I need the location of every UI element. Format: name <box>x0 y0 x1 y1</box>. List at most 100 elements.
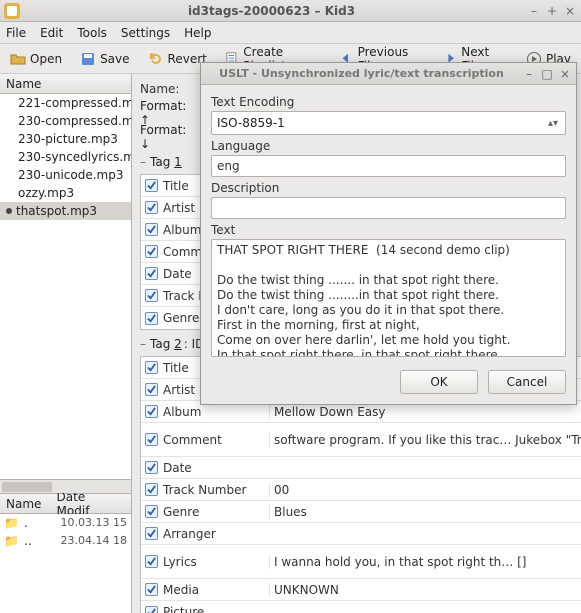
table-row[interactable]: Arranger <box>141 523 581 545</box>
menubar: File Edit Tools Settings Help <box>0 22 581 44</box>
row-checkbox[interactable] <box>145 289 158 302</box>
row-checkbox[interactable] <box>145 201 158 214</box>
row-checkbox[interactable] <box>145 361 158 374</box>
description-label: Description <box>211 181 566 195</box>
dialog-title: USLT - Unsynchronized lyric/text transcr… <box>205 67 518 80</box>
open-button[interactable]: Open <box>6 48 66 70</box>
field-value[interactable]: UNKNOWN <box>269 583 581 597</box>
language-input[interactable] <box>211 155 566 177</box>
revert-icon <box>148 51 164 67</box>
row-checkbox[interactable] <box>145 527 158 540</box>
field-name: Picture <box>161 605 269 613</box>
dir-pane: Name Date Modif 📁.10.03.13 15📁..23.04.14… <box>0 493 131 613</box>
row-checkbox[interactable] <box>145 483 158 496</box>
file-item[interactable]: 230-syncedlyrics.mp3 <box>0 148 131 166</box>
save-label: Save <box>100 52 129 66</box>
close-button[interactable]: × <box>563 4 577 18</box>
field-name: Lyrics <box>161 555 269 569</box>
row-checkbox[interactable] <box>145 267 158 280</box>
dir-header-name: Name <box>6 497 49 511</box>
menu-tools[interactable]: Tools <box>77 26 107 40</box>
field-name: Media <box>161 583 269 597</box>
file-item[interactable]: 230-compressed.mp3 <box>0 112 131 130</box>
collapse-icon: – <box>140 337 146 351</box>
menu-help[interactable]: Help <box>184 26 211 40</box>
text-label: Text <box>211 223 566 237</box>
row-checkbox[interactable] <box>145 433 158 446</box>
table-row[interactable]: LyricsI wanna hold you, in that spot rig… <box>141 545 581 579</box>
encoding-label: Text Encoding <box>211 95 566 109</box>
field-value[interactable]: I wanna hold you, in that spot right th…… <box>269 555 581 569</box>
uslt-dialog: USLT - Unsynchronized lyric/text transcr… <box>200 62 577 405</box>
field-value[interactable]: Blues <box>269 505 581 519</box>
menu-edit[interactable]: Edit <box>40 26 63 40</box>
save-button[interactable]: Save <box>76 48 133 70</box>
dir-list[interactable]: 📁.10.03.13 15📁..23.04.14 18 <box>0 514 131 613</box>
field-name: Comment <box>161 433 269 447</box>
row-checkbox[interactable] <box>145 383 158 396</box>
folder-open-icon <box>10 51 26 67</box>
field-name: Genre <box>161 505 269 519</box>
menu-file[interactable]: File <box>6 26 26 40</box>
open-label: Open <box>30 52 62 66</box>
filelist-header[interactable]: Name <box>0 74 131 94</box>
dialog-close-button[interactable]: × <box>558 67 572 81</box>
minimize-button[interactable]: – <box>527 4 541 18</box>
scrollbar-thumb[interactable] <box>2 482 52 492</box>
row-checkbox[interactable] <box>145 405 158 418</box>
field-value[interactable]: Mellow Down Easy <box>269 405 581 419</box>
main-titlebar: id3tags-20000623 – Kid3 – + × <box>0 0 581 22</box>
dialog-minimize-button[interactable]: – <box>522 67 536 81</box>
dir-item[interactable]: 📁.10.03.13 15 <box>0 514 131 532</box>
window-title: id3tags-20000623 – Kid3 <box>20 4 523 18</box>
row-checkbox[interactable] <box>145 312 158 325</box>
maximize-button[interactable]: + <box>545 4 559 18</box>
dirlist-header[interactable]: Name Date Modif <box>0 494 131 514</box>
collapse-icon: – <box>140 155 146 169</box>
field-name: Track Number <box>161 483 269 497</box>
field-value[interactable]: 00 <box>269 483 581 497</box>
folder-icon: 📁 <box>4 516 24 530</box>
field-name: Arranger <box>161 527 269 541</box>
table-row[interactable]: MediaUNKNOWN <box>141 579 581 601</box>
row-checkbox[interactable] <box>145 505 158 518</box>
ok-button[interactable]: OK <box>400 370 478 394</box>
table-row[interactable]: Commentsoftware program. If you like thi… <box>141 423 581 457</box>
row-checkbox[interactable] <box>145 606 158 613</box>
table-row[interactable]: Date <box>141 457 581 479</box>
chevron-updown-icon: ▴▾ <box>546 118 560 129</box>
folder-icon: 📁 <box>4 534 24 548</box>
field-name: Date <box>161 461 269 475</box>
row-checkbox[interactable] <box>145 555 158 568</box>
description-input[interactable] <box>211 197 566 219</box>
dialog-titlebar[interactable]: USLT - Unsynchronized lyric/text transcr… <box>201 63 576 85</box>
file-item[interactable]: 230-unicode.mp3 <box>0 166 131 184</box>
row-checkbox[interactable] <box>145 223 158 236</box>
table-row[interactable]: GenreBlues <box>141 501 581 523</box>
field-value[interactable]: software program. If you like this trac…… <box>269 433 581 447</box>
format2-label: Format: ↓ <box>140 123 196 151</box>
filelist-header-name: Name <box>6 77 41 91</box>
row-checkbox[interactable] <box>145 583 158 596</box>
table-row[interactable]: Picture <box>141 601 581 613</box>
file-list[interactable]: 221-compressed.mp3230-compressed.mp3230-… <box>0 94 131 479</box>
dir-item[interactable]: 📁..23.04.14 18 <box>0 532 131 550</box>
lyrics-textarea[interactable] <box>211 239 566 357</box>
file-item[interactable]: ozzy.mp3 <box>0 184 131 202</box>
file-item[interactable]: thatspot.mp3 <box>0 202 131 220</box>
language-label: Language <box>211 139 566 153</box>
file-item[interactable]: 230-picture.mp3 <box>0 130 131 148</box>
dialog-maximize-button[interactable]: □ <box>540 67 554 81</box>
file-item[interactable]: 221-compressed.mp3 <box>0 94 131 112</box>
row-checkbox[interactable] <box>145 179 158 192</box>
filelist-scrollbar[interactable] <box>0 479 131 493</box>
table-row[interactable]: Track Number00 <box>141 479 581 501</box>
save-icon <box>80 51 96 67</box>
row-checkbox[interactable] <box>145 245 158 258</box>
encoding-combo[interactable]: ISO-8859-1 ▴▾ <box>211 111 566 135</box>
menu-settings[interactable]: Settings <box>121 26 170 40</box>
row-checkbox[interactable] <box>145 461 158 474</box>
encoding-value: ISO-8859-1 <box>217 116 285 130</box>
cancel-button[interactable]: Cancel <box>488 370 566 394</box>
name-label: Name: <box>140 82 196 96</box>
